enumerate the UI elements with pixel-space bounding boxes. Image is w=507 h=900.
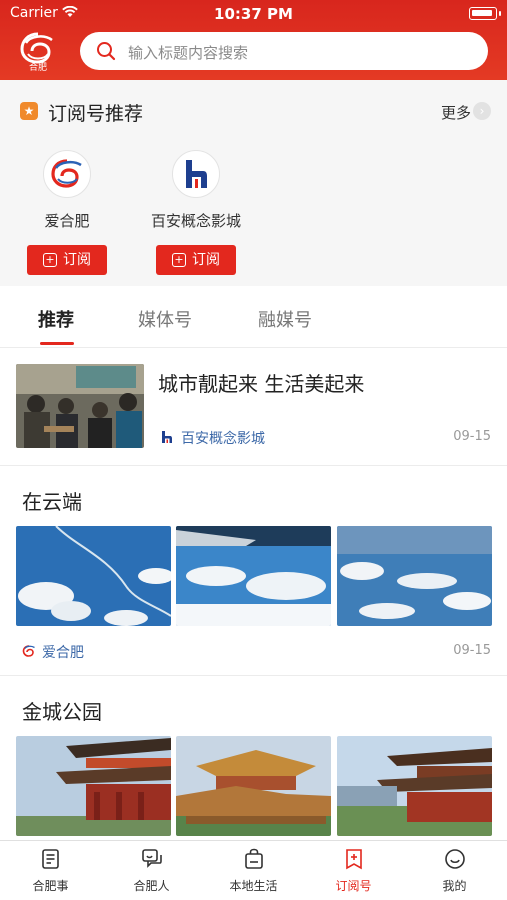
bag-icon [244, 848, 263, 869]
plus-icon: + [172, 253, 186, 267]
chevron-right-icon[interactable]: › [473, 102, 491, 120]
article-date: 09-15 [453, 429, 491, 444]
gallery-date: 09-15 [453, 643, 491, 658]
aihefei-logo-icon [51, 159, 82, 188]
tab-hefeiren[interactable]: 合肥人 [101, 847, 202, 894]
search-bar[interactable]: 输入标题内容搜索 [80, 32, 488, 70]
tab-subscriptions[interactable]: 订阅号 [303, 847, 404, 894]
top-header: Carrier 10:37 PM 合肥 输入标题内容搜索 [0, 0, 507, 80]
gallery-title[interactable]: 金城公园 [22, 696, 102, 725]
tab-local-life[interactable]: 本地生活 [203, 847, 304, 894]
bookmark-add-icon [345, 849, 362, 870]
subscribe-label: 订阅 [63, 252, 91, 268]
article-title[interactable]: 城市靓起来 生活美起来 [158, 368, 364, 397]
gallery-image[interactable] [16, 526, 171, 626]
active-tab-indicator [40, 342, 74, 345]
gallery-image[interactable] [337, 526, 492, 626]
account-card[interactable]: 百安概念影城 + 订阅 [141, 150, 251, 275]
gallery-image[interactable] [176, 526, 331, 626]
subscribe-label: 订阅 [192, 252, 220, 268]
gallery-image[interactable] [176, 736, 331, 836]
logo-caption: 合肥 [28, 63, 47, 73]
smile-icon [444, 849, 465, 869]
account-card[interactable]: 爱合肥 + 订阅 [12, 150, 122, 275]
baian-cinema-logo-icon [186, 160, 207, 188]
source-logo-icon [162, 431, 172, 443]
tab-rongmei[interactable]: 融媒号 [258, 306, 312, 332]
tab-label: 合肥人 [133, 879, 170, 893]
subscribe-button[interactable]: + 订阅 [156, 245, 236, 275]
article-thumbnail[interactable] [16, 364, 144, 448]
news-item[interactable]: 城市靓起来 生活美起来 百安概念影城 09-15 [0, 348, 507, 466]
tab-label: 我的 [442, 879, 467, 893]
gallery-source[interactable]: 爱合肥 [42, 642, 84, 662]
account-name: 爱合肥 [44, 212, 90, 230]
tab-recommend[interactable]: 推荐 [38, 306, 74, 332]
tab-label: 订阅号 [335, 879, 372, 893]
subscribe-button[interactable]: + 订阅 [27, 245, 107, 275]
account-avatar[interactable] [172, 150, 220, 198]
plus-icon: + [43, 253, 57, 267]
chat-icon [141, 849, 162, 868]
tab-media[interactable]: 媒体号 [138, 306, 192, 332]
gallery-image[interactable] [16, 736, 171, 836]
gallery-image[interactable] [337, 736, 492, 836]
app-screen: Carrier 10:37 PM 合肥 输入标题内容搜索 ★ 订阅号推荐 更多 … [0, 0, 507, 900]
gallery-item[interactable]: 在云端 爱合肥 09-15 [0, 466, 507, 676]
tab-hefeishi[interactable]: 合肥事 [0, 847, 101, 894]
source-logo-icon [22, 645, 35, 657]
section-title: 订阅号推荐 [48, 103, 144, 125]
account-avatar[interactable] [43, 150, 91, 198]
document-icon [41, 849, 59, 869]
tab-mine[interactable]: 我的 [404, 847, 505, 894]
status-bar: Carrier 10:37 PM [0, 0, 507, 28]
search-placeholder: 输入标题内容搜索 [128, 44, 249, 62]
tab-label: 合肥事 [32, 879, 69, 893]
article-source[interactable]: 百安概念影城 [181, 428, 265, 448]
bottom-tab-bar: 合肥事 合肥人 本地生活 订阅号 我的 [0, 840, 507, 900]
star-icon: ★ [20, 102, 38, 120]
tab-label: 本地生活 [229, 879, 278, 893]
search-icon [97, 42, 116, 61]
battery-icon [469, 7, 501, 20]
more-link[interactable]: 更多 [441, 102, 471, 123]
clock: 10:37 PM [214, 5, 293, 23]
gallery-title[interactable]: 在云端 [22, 486, 82, 515]
category-tabs: 推荐 媒体号 融媒号 [0, 286, 507, 348]
gallery-item[interactable]: 金城公园 [0, 676, 507, 840]
account-name: 百安概念影城 [150, 212, 241, 230]
subscription-recommend-section: ★ 订阅号推荐 更多 › 爱合肥 + 订阅 百安概念影城 + 订阅 [0, 80, 507, 286]
